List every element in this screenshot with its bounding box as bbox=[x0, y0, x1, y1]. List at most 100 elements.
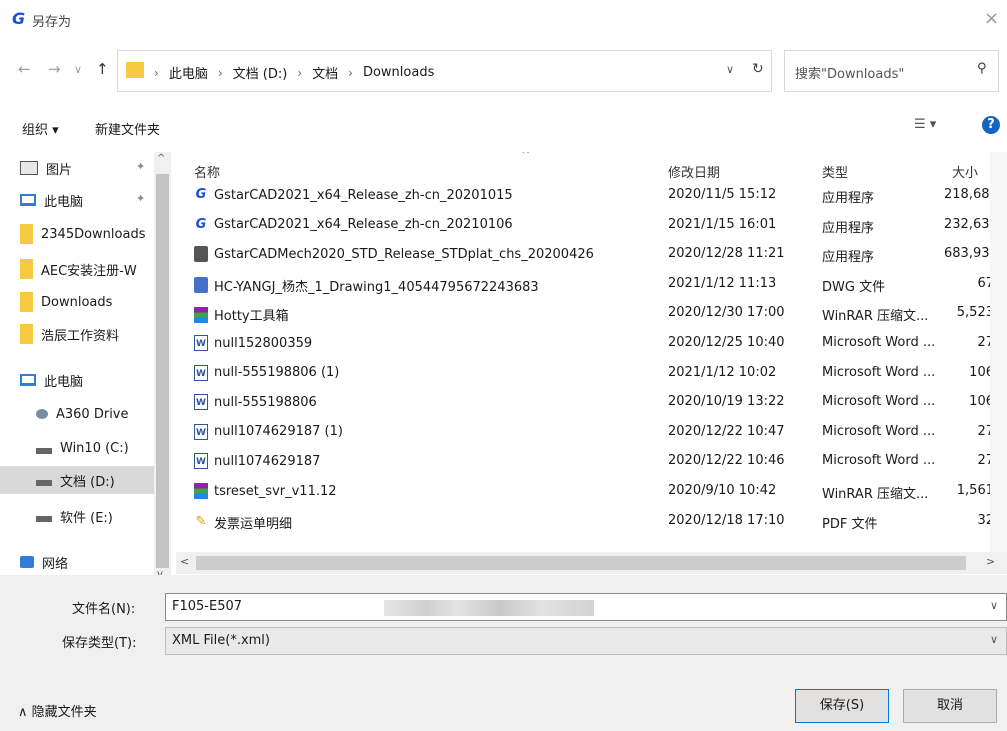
sidebar-item-downloads[interactable]: Downloads bbox=[20, 288, 112, 316]
scroll-up-icon[interactable]: ^ bbox=[157, 153, 165, 164]
breadcrumb-separator: › bbox=[348, 65, 353, 80]
column-header-date[interactable]: 修改日期 bbox=[668, 162, 720, 181]
sidebar-item-this-pc-quick[interactable]: 此电脑 bbox=[20, 186, 83, 214]
back-icon[interactable]: ← bbox=[18, 60, 31, 78]
chevron-down-icon[interactable]: ∨ bbox=[726, 63, 734, 76]
pin-icon[interactable]: ✦ bbox=[136, 160, 145, 173]
dwg-file-icon bbox=[194, 277, 208, 294]
file-date: 2021/1/12 10:02 bbox=[668, 364, 777, 380]
file-name-cell: Hotty工具箱 bbox=[194, 305, 662, 324]
table-row[interactable]: Wnull1074629187 (1) 2020/12/22 10:47 Micro… bbox=[176, 418, 1007, 448]
file-type: 应用程序 bbox=[822, 220, 875, 236]
table-row[interactable]: G GstarCAD2021_x64_Release_zh-cn_20210106… bbox=[176, 211, 1007, 241]
breadcrumb-separator: › bbox=[297, 65, 303, 80]
sidebar-item-aec[interactable]: AEC安装注册-W bbox=[20, 255, 137, 283]
recent-dropdown-icon[interactable]: ∨ bbox=[74, 63, 82, 76]
sidebar-item-win10-c[interactable]: Win10 (C:) bbox=[36, 434, 129, 462]
nav-scrollbar-thumb[interactable] bbox=[156, 174, 169, 568]
new-folder-button[interactable]: 新建文件夹 bbox=[95, 119, 160, 138]
view-options-icon[interactable]: ☰ ▾ bbox=[914, 117, 936, 132]
word-file-icon: W bbox=[194, 423, 208, 440]
table-row[interactable]: Hotty工具箱 2020/12/30 17:00 WinRAR 压缩文... 5,5… bbox=[176, 299, 1007, 329]
file-name-cell: tsreset_svr_v11.12 bbox=[194, 483, 662, 499]
filetype-value: XML File(*.xml) bbox=[172, 633, 270, 648]
folder-icon bbox=[20, 324, 33, 344]
table-row[interactable]: tsreset_svr_v11.12 2020/9/10 10:42 WinRAR … bbox=[176, 477, 1007, 507]
sidebar-item-haochen[interactable]: 浩辰工作资料 bbox=[20, 320, 119, 348]
pictures-icon bbox=[20, 161, 38, 175]
organize-button[interactable]: 组织 ▾ bbox=[22, 119, 59, 138]
hide-folders-toggle[interactable]: ∧ 隐藏文件夹 bbox=[18, 701, 97, 720]
file-name: null-555198806 bbox=[214, 394, 317, 410]
file-date: 2021/1/15 16:01 bbox=[668, 216, 777, 232]
filename-input[interactable]: F105-E507 ∨ bbox=[165, 593, 1007, 621]
navigation-pane: 图片 ✦ 此电脑 ✦ 2345Downloads AEC安装注册-W Downl… bbox=[0, 152, 172, 582]
close-icon[interactable]: × bbox=[984, 8, 999, 29]
file-type: Microsoft Word ... bbox=[822, 453, 936, 469]
chevron-down-icon[interactable]: ∨ bbox=[990, 599, 998, 612]
filetype-select[interactable]: XML File(*.xml) ∨ bbox=[165, 627, 1007, 655]
pc-icon bbox=[20, 194, 36, 206]
mech-file-icon bbox=[194, 246, 208, 263]
column-header-type[interactable]: 类型 bbox=[822, 162, 848, 181]
breadcrumb-separator: › bbox=[154, 65, 159, 80]
help-icon[interactable]: ? bbox=[982, 116, 1000, 134]
scroll-right-icon[interactable]: > bbox=[986, 555, 995, 568]
folder-icon bbox=[126, 62, 144, 78]
breadcrumb-item[interactable]: 文档 (D:) bbox=[233, 63, 288, 82]
table-row[interactable]: GstarCADMech2020_STD_Release_STDplat_chs… bbox=[176, 240, 1007, 270]
breadcrumb-item[interactable]: 此电脑 bbox=[169, 63, 208, 82]
column-header-name[interactable]: 名称 bbox=[194, 162, 220, 181]
sidebar-item-software-e[interactable]: 软件 (E:) bbox=[36, 502, 113, 530]
network-icon bbox=[20, 556, 34, 568]
table-row[interactable]: Wnull-555198806 2020/10/19 13:22 Microsoft… bbox=[176, 388, 1007, 418]
file-date: 2020/12/25 10:40 bbox=[668, 335, 785, 350]
file-name-cell: Wnull152800359 bbox=[194, 335, 662, 351]
file-name: HC-YANGJ_杨杰_1_Drawing1_40544795672243683 bbox=[214, 279, 539, 295]
list-vertical-scrollbar[interactable] bbox=[990, 152, 1007, 552]
file-type: 应用程序 bbox=[822, 191, 875, 206]
table-row[interactable]: ✎ 发票运单明细 2020/12/18 17:10 PDF 文件 32 bbox=[176, 507, 1007, 537]
column-header-size[interactable]: 大小 bbox=[952, 162, 978, 181]
file-size: 218,688 bbox=[944, 187, 994, 202]
redacted-region bbox=[384, 600, 594, 616]
breadcrumb-item[interactable]: 文档 bbox=[312, 63, 338, 82]
file-name: tsreset_svr_v11.12 bbox=[214, 483, 337, 499]
sidebar-item-label: A360 Drive bbox=[56, 406, 129, 422]
file-date: 2021/1/12 11:13 bbox=[668, 275, 777, 291]
file-size: 1,561 bbox=[956, 483, 994, 498]
address-bar[interactable]: › 此电脑 › 文档 (D:) › 文档 › Downloads ∨ ↻ bbox=[117, 50, 772, 92]
up-icon[interactable]: ↑ bbox=[96, 60, 109, 78]
scroll-left-icon[interactable]: < bbox=[180, 555, 189, 568]
forward-icon[interactable]: → bbox=[48, 60, 61, 78]
file-name-cell: HC-YANGJ_杨杰_1_Drawing1_40544795672243683 bbox=[194, 276, 662, 295]
sidebar-item-pictures[interactable]: 图片 bbox=[20, 154, 72, 182]
table-row[interactable]: Wnull152800359 2020/12/25 10:40 Microsoft … bbox=[176, 329, 1007, 359]
file-date: 2020/10/19 13:22 bbox=[668, 394, 785, 410]
horizontal-scrollbar-thumb[interactable] bbox=[196, 556, 966, 570]
sidebar-item-this-pc[interactable]: 此电脑 bbox=[20, 366, 83, 394]
exe-file-icon: G bbox=[195, 187, 207, 202]
sidebar-item-label: 2345Downloads bbox=[41, 226, 146, 242]
table-row[interactable]: Wnull1074629187 2020/12/22 10:46 Microsoft… bbox=[176, 447, 1007, 477]
file-size: 27 bbox=[977, 423, 994, 439]
sidebar-item-network[interactable]: 网络 bbox=[20, 548, 68, 576]
sidebar-item-a360-drive[interactable]: A360 Drive bbox=[36, 400, 129, 428]
cancel-button[interactable]: 取消 bbox=[903, 689, 997, 723]
refresh-icon[interactable]: ↻ bbox=[752, 61, 764, 77]
sidebar-item-label: 文档 (D:) bbox=[60, 474, 115, 490]
file-date: 2020/12/22 10:46 bbox=[668, 453, 785, 469]
file-name: Hotty工具箱 bbox=[214, 309, 289, 325]
table-row[interactable]: Wnull-555198806 (1) 2021/1/12 10:02 Micros… bbox=[176, 359, 1007, 389]
sidebar-item-2345downloads[interactable]: 2345Downloads bbox=[20, 220, 145, 248]
search-icon[interactable]: ⚲ bbox=[977, 61, 987, 76]
table-row[interactable]: HC-YANGJ_杨杰_1_Drawing1_40544795672243683… bbox=[176, 270, 1007, 300]
save-button[interactable]: 保存(S) bbox=[795, 689, 889, 723]
chevron-down-icon[interactable]: ∨ bbox=[990, 633, 998, 646]
search-input[interactable]: 搜索"Downloads" ⚲ bbox=[784, 50, 999, 92]
sidebar-item-label: AEC安装注册-W bbox=[41, 263, 137, 279]
pin-icon[interactable]: ✦ bbox=[136, 192, 145, 205]
breadcrumb-item[interactable]: Downloads bbox=[363, 65, 434, 80]
table-row[interactable]: G GstarCAD2021_x64_Release_zh-cn_20201015… bbox=[176, 181, 1007, 211]
sidebar-item-documents-d[interactable]: 文档 (D:) bbox=[0, 466, 154, 494]
